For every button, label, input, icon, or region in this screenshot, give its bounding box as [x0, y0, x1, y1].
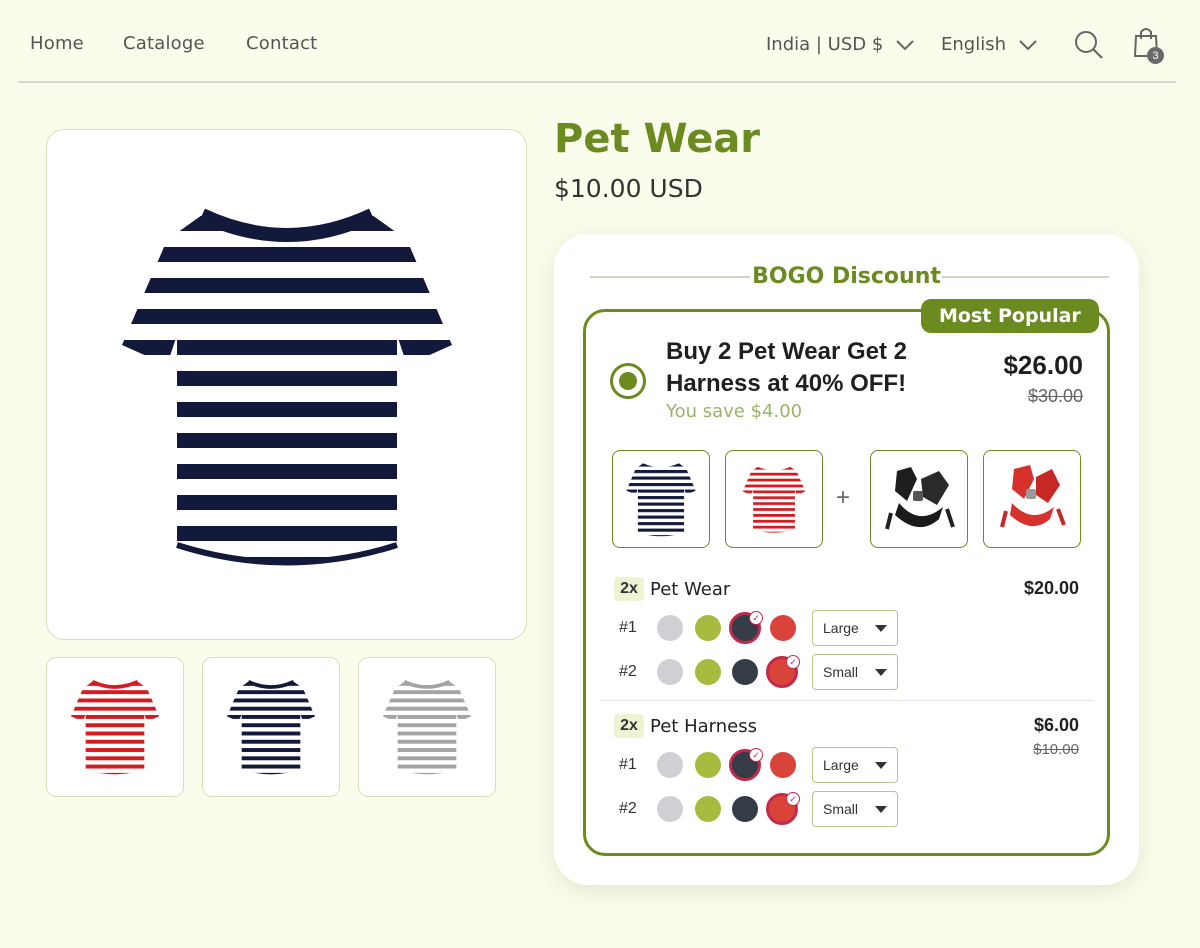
red-harness-image [1000, 465, 1066, 528]
bundle-item-navy-shirt [612, 450, 710, 548]
variant-row-label: #2 [619, 800, 637, 817]
gray-striped-shirt-image [383, 679, 471, 775]
swatch-navy[interactable] [732, 659, 758, 685]
swatch-olive[interactable] [695, 752, 721, 778]
qty-badge: 2x [614, 577, 644, 601]
size-dropdown[interactable]: Small [812, 791, 898, 827]
cart-count-badge: 3 [1147, 47, 1164, 64]
swatch-olive[interactable] [695, 796, 721, 822]
line-item-name: Pet Harness [650, 716, 757, 737]
size-value: Small [823, 664, 859, 680]
navy-striped-shirt-image [227, 679, 315, 775]
swatch-olive[interactable] [695, 659, 721, 685]
striped-shirt-image [121, 208, 452, 565]
size-value: Large [823, 757, 859, 773]
radio-selected-dot [619, 372, 637, 390]
search-icon[interactable] [1074, 30, 1104, 60]
language-selector[interactable]: English [941, 34, 1038, 55]
product-title: Pet Wear [554, 116, 761, 162]
product-price: $10.00 USD [554, 174, 703, 203]
caret-down-icon [875, 669, 887, 676]
offer-savings: You save $4.00 [666, 401, 803, 422]
swatch-gray[interactable] [657, 796, 683, 822]
black-harness-image [885, 467, 955, 530]
bogo-offer-option[interactable]: Most Popular Buy 2 Pet Wear Get 2 Harnes… [583, 299, 1110, 856]
swatch-gray[interactable] [657, 752, 683, 778]
line-item-old-price: $10.00 [1033, 741, 1079, 758]
offer-heading-line1: Buy 2 Pet Wear Get 2 [666, 338, 907, 365]
size-dropdown[interactable]: Small [812, 654, 898, 690]
navy-striped-shirt-image [626, 463, 696, 537]
line-item-price: $6.00 [1033, 715, 1079, 735]
check-icon: ✓ [786, 655, 800, 669]
nav-contact-link[interactable]: Contact [246, 33, 317, 54]
offer-heading: Buy 2 Pet Wear Get 2 Harness at 40% OFF! [666, 336, 966, 400]
qty-badge: 2x [614, 714, 644, 738]
check-icon: ✓ [749, 748, 763, 762]
offer-heading-line2: Harness at 40% OFF! [666, 370, 907, 397]
nav-home-link[interactable]: Home [30, 33, 84, 54]
product-main-image[interactable] [46, 129, 527, 640]
size-dropdown[interactable]: Large [812, 747, 898, 783]
variant-row-label: #1 [619, 619, 637, 636]
most-popular-badge: Most Popular [921, 299, 1099, 333]
chevron-down-icon [1019, 39, 1037, 50]
gallery-thumb-red[interactable] [46, 657, 184, 797]
check-icon: ✓ [749, 611, 763, 625]
language-label: English [941, 34, 1006, 55]
caret-down-icon [875, 806, 887, 813]
bundle-item-black-harness [870, 450, 968, 548]
swatch-navy[interactable] [732, 796, 758, 822]
caret-down-icon [875, 625, 887, 632]
offer-price: $26.00 [1003, 350, 1083, 380]
swatch-gray[interactable] [657, 615, 683, 641]
plus-icon: + [836, 484, 851, 511]
size-value: Small [823, 801, 859, 817]
line-item-price: $20.00 [1023, 578, 1079, 598]
line-item-name: Pet Wear [650, 579, 731, 600]
site-header: Home Cataloge Contact India | USD $ Engl… [18, 0, 1176, 83]
region-selector[interactable]: India | USD $ [766, 34, 915, 55]
size-dropdown[interactable]: Large [812, 610, 898, 646]
size-value: Large [823, 620, 859, 636]
check-icon: ✓ [786, 792, 800, 806]
gallery-thumb-gray[interactable] [358, 657, 496, 797]
variant-row-label: #1 [619, 756, 637, 773]
variant-row-label: #2 [619, 663, 637, 680]
offer-old-price: $30.00 [1027, 386, 1083, 406]
gallery-thumb-navy[interactable] [202, 657, 340, 797]
chevron-down-icon [896, 39, 915, 50]
caret-down-icon [875, 762, 887, 769]
item-divider [600, 700, 1093, 701]
bogo-title: BOGO Discount [752, 264, 941, 289]
red-striped-shirt-image [742, 466, 806, 533]
bundle-item-red-shirt [725, 450, 823, 548]
bogo-card: BOGO Discount Most Popular Buy 2 Pet Wea… [554, 234, 1139, 885]
bundle-item-red-harness [983, 450, 1081, 548]
offer-radio-button[interactable] [610, 363, 646, 399]
nav-catalog-link[interactable]: Cataloge [123, 33, 205, 54]
swatch-olive[interactable] [695, 615, 721, 641]
swatch-red[interactable] [770, 752, 796, 778]
swatch-red[interactable] [770, 615, 796, 641]
region-label: India | USD $ [766, 34, 884, 55]
swatch-gray[interactable] [657, 659, 683, 685]
red-striped-shirt-image [71, 679, 159, 775]
